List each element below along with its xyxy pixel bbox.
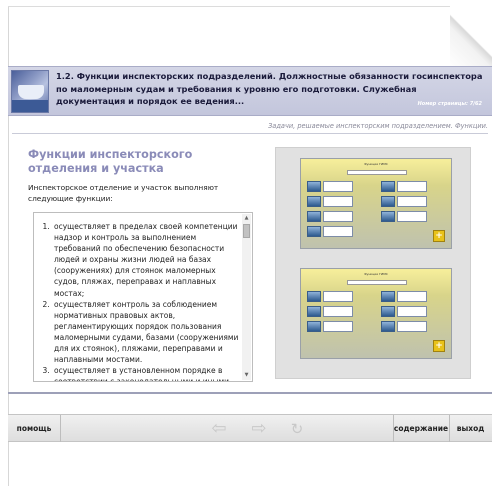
boat-shape: [18, 85, 44, 99]
slide-text-cell: [323, 321, 353, 332]
slide-text-cell: [323, 226, 353, 237]
page-number: Номер страницы: 7/62: [417, 101, 482, 107]
slide-text-cell: [397, 181, 427, 192]
scroll-thumb[interactable]: [243, 224, 250, 238]
exit-button[interactable]: выход: [449, 415, 492, 442]
slide-text-cell: [323, 211, 353, 222]
slide-text-cell: [323, 306, 353, 317]
section-title: Функции инспекторского отделения и участ…: [28, 148, 193, 175]
topic-subtitle: Задачи, решаемые инспекторским подраздел…: [268, 122, 488, 130]
lesson-thumbnail-icon: [11, 70, 49, 113]
scroll-up-icon[interactable]: ▲: [242, 214, 251, 223]
slide-picture: [381, 306, 395, 317]
slide-picture: [307, 211, 321, 222]
arrow-right-icon[interactable]: ⇨: [244, 418, 274, 440]
content-left: Функции инспекторского отделения и участ…: [28, 148, 263, 204]
slide-banner: [347, 170, 407, 175]
slide-picture: [307, 181, 321, 192]
slide-image-2[interactable]: Функции ГИМС +: [300, 268, 452, 359]
slide-image-1[interactable]: Функции ГИМС +: [300, 158, 452, 249]
list-item: осуществляет контроль за соблюдением нор…: [52, 299, 240, 366]
frame-top-border: [8, 6, 458, 7]
illustration-panel: Функции ГИМС + Функции ГИМС +: [275, 147, 471, 379]
functions-list-box[interactable]: осуществляет в пределах своей компетенци…: [33, 212, 253, 382]
slide-heading: Функции ГИМС: [364, 272, 388, 276]
content-bottom-line: [8, 392, 492, 394]
slide-heading: Функции ГИМС: [364, 162, 388, 166]
reload-icon[interactable]: ↻: [282, 418, 312, 440]
arrow-left-icon[interactable]: ⇦: [204, 418, 234, 440]
slide-text-cell: [397, 321, 427, 332]
slide-picture: [307, 306, 321, 317]
list-item: осуществляет в установленном порядке в с…: [52, 365, 240, 381]
lesson-header: 1.2. Функции инспекторских подразделений…: [8, 66, 492, 116]
slide-text-cell: [397, 211, 427, 222]
header-separator: [12, 133, 488, 134]
list-scrollbar[interactable]: ▲ ▼: [242, 214, 251, 380]
plus-icon: +: [433, 340, 445, 352]
slide-picture: [381, 196, 395, 207]
bottom-toolbar: помощь ⇦ ⇨ ↻ содержание выход: [8, 414, 492, 442]
water-shape: [12, 100, 48, 112]
slide-picture: [307, 196, 321, 207]
help-button[interactable]: помощь: [8, 415, 60, 442]
slide-picture: [307, 321, 321, 332]
contents-button[interactable]: содержание: [393, 415, 449, 442]
list-item: осуществляет в пределах своей компетенци…: [52, 221, 240, 299]
slide-text-cell: [397, 291, 427, 302]
functions-list: осуществляет в пределах своей компетенци…: [34, 221, 240, 381]
toolbar-divider: [60, 415, 61, 442]
slide-text-cell: [397, 306, 427, 317]
slide-picture: [307, 226, 321, 237]
slide-text-cell: [323, 196, 353, 207]
intro-text: Инспекторское отделение и участок выполн…: [28, 183, 219, 203]
plus-icon: +: [433, 230, 445, 242]
slide-picture: [381, 211, 395, 222]
slide-text-cell: [397, 196, 427, 207]
scroll-down-icon[interactable]: ▼: [242, 371, 251, 380]
slide-picture: [381, 291, 395, 302]
slide-picture: [307, 291, 321, 302]
slide-text-cell: [323, 181, 353, 192]
page-curl-decoration: [450, 6, 492, 68]
slide-picture: [381, 321, 395, 332]
slide-banner: [347, 280, 407, 285]
slide-text-cell: [323, 291, 353, 302]
slide-picture: [381, 181, 395, 192]
